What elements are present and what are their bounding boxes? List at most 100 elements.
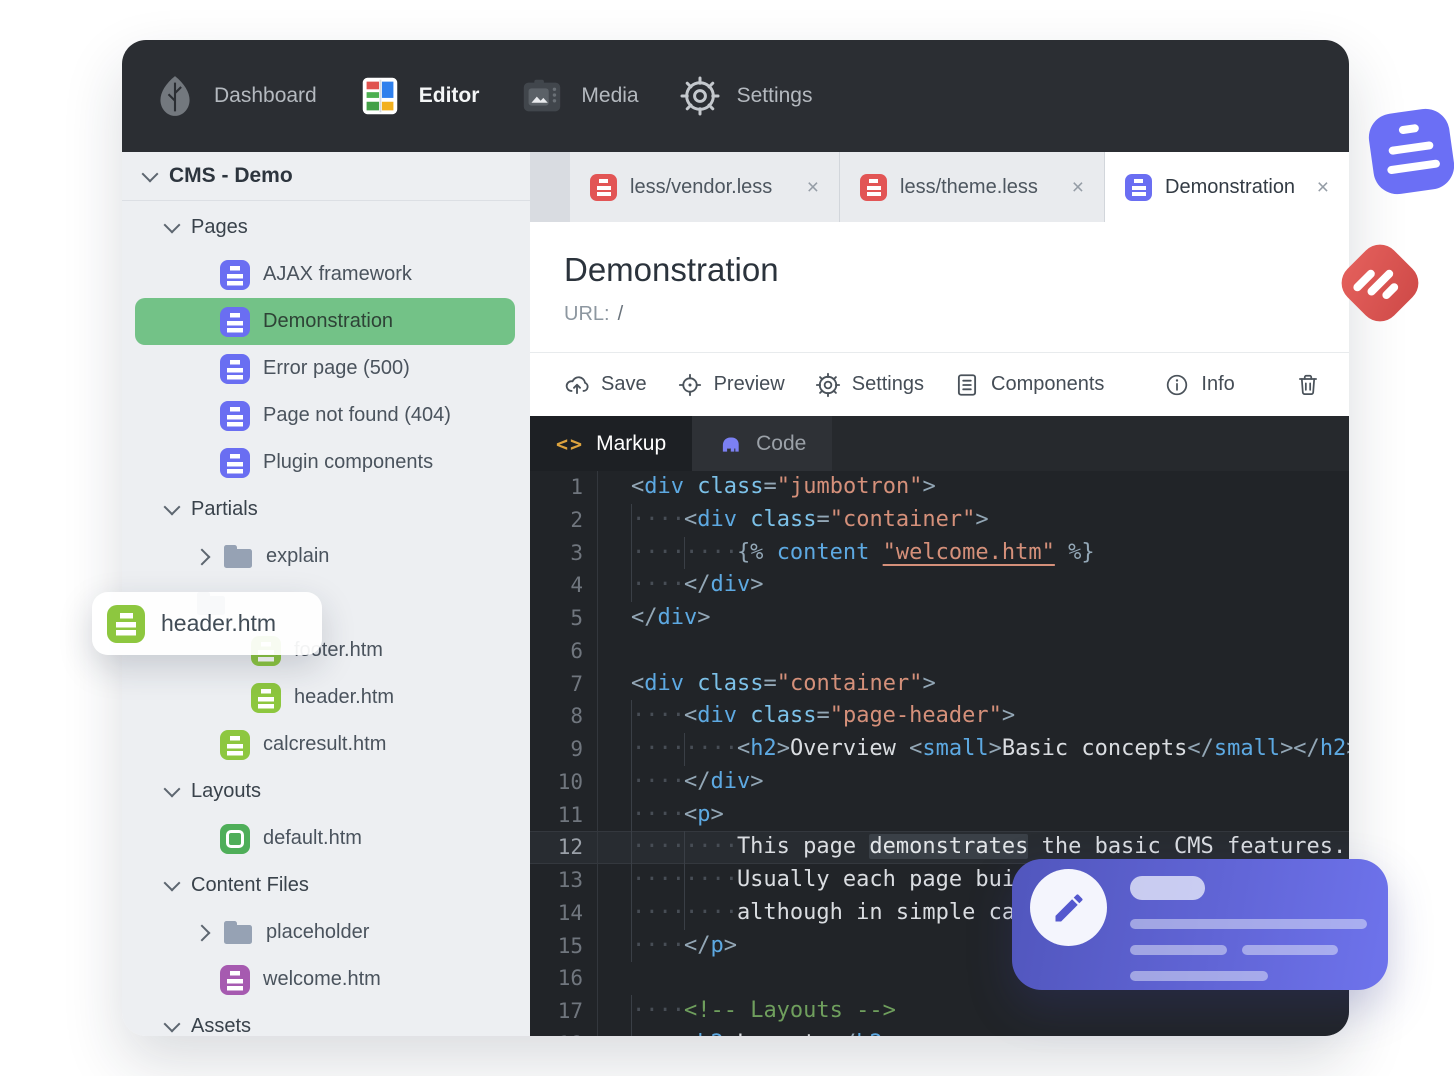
- sidebar-section-layouts[interactable]: Layouts: [122, 768, 530, 815]
- sidebar-root[interactable]: CMS - Demo: [122, 152, 530, 201]
- sidebar-section-partials[interactable]: Partials: [122, 486, 530, 533]
- sidebar-item-default-htm[interactable]: default.htm: [122, 815, 530, 862]
- code-line-8[interactable]: 8 ····<div class="page-header">: [530, 700, 1349, 733]
- code-line-2[interactable]: 2 ····<div class="container">: [530, 503, 1349, 537]
- settings-button[interactable]: Settings: [815, 372, 924, 398]
- tab-less-theme-less[interactable]: less/theme.less ×: [840, 152, 1105, 222]
- code-line-4[interactable]: 4 ····</div>: [530, 569, 1349, 602]
- code-line-11[interactable]: 11 ····<p>: [530, 798, 1349, 832]
- sidebar-item-error-page-500[interactable]: Error page (500): [122, 345, 530, 392]
- card-text-line: [1130, 971, 1268, 981]
- page-url: URL: /: [564, 303, 1349, 326]
- markup-brackets: <>: [556, 431, 585, 456]
- trash-icon: [1295, 372, 1321, 398]
- edicon-icon: [357, 73, 403, 119]
- code-line-18[interactable]: 18····<h2>Layouts</h2>: [530, 1027, 1349, 1036]
- line-number: 1: [530, 471, 598, 504]
- sidebar-item-label: Plugin components: [263, 451, 434, 473]
- line-number: 15: [530, 929, 598, 963]
- close-icon[interactable]: ×: [1317, 177, 1329, 198]
- target-icon: [677, 372, 703, 398]
- sidebar-item-label: default.htm: [263, 827, 362, 849]
- indent-guide: ····: [631, 896, 685, 930]
- folder-icon: [223, 543, 253, 570]
- sidebar-item-welcome-htm[interactable]: welcome.htm: [122, 956, 530, 1003]
- line-number: 5: [530, 602, 598, 635]
- sidebar-section-assets[interactable]: Assets: [122, 1003, 530, 1036]
- page-background: Dashboard Editor Media Settings CMS - Demo …: [0, 0, 1454, 1076]
- chevron-right-icon: [193, 548, 211, 565]
- pencil-icon: [1051, 890, 1087, 926]
- nav-item-dashboard[interactable]: Dashboard: [152, 73, 317, 119]
- partial-icon: [220, 729, 250, 760]
- nav-item-media[interactable]: Media: [519, 73, 639, 119]
- sidebar-item-calcresult-htm[interactable]: calcresult.htm: [122, 721, 530, 768]
- sidebar-item-label: placeholder: [266, 921, 370, 943]
- save-button[interactable]: Save: [564, 372, 647, 398]
- indent-guide: ····: [631, 569, 685, 602]
- editor-tab-markup[interactable]: <> Markup: [530, 416, 693, 471]
- code-line-7[interactable]: 7 <div class="container">: [530, 667, 1349, 701]
- sidebar-section-pages[interactable]: Pages: [122, 204, 530, 251]
- indent-guide: ····: [631, 1027, 685, 1036]
- code-line-1[interactable]: 1 <div class="jumbotron">: [530, 471, 1349, 504]
- notification-card: [1012, 859, 1388, 990]
- preview-button[interactable]: Preview: [677, 372, 785, 398]
- chevron-down-icon: [163, 1015, 181, 1033]
- toolbar: Save Preview Settings Components Info: [530, 352, 1349, 416]
- code-line-text: ····<div class="page-header">: [598, 700, 1349, 733]
- page-icon: [220, 306, 250, 337]
- code-line-9[interactable]: 9 ········<h2>Overview <small>Basic conce…: [530, 733, 1349, 766]
- document-header: Demonstration URL: /: [530, 222, 1349, 352]
- gear-icon: [679, 75, 721, 117]
- sidebar-item-demonstration[interactable]: Demonstration: [122, 298, 530, 345]
- sidebar-section-label: Layouts: [191, 780, 262, 802]
- nav-item-editor[interactable]: Editor: [357, 73, 479, 119]
- tab-demonstration[interactable]: Demonstration ×: [1105, 152, 1349, 222]
- code-line-17[interactable]: 17 ····<!-- Layouts -->: [530, 995, 1349, 1028]
- purple-page-icon: [1365, 105, 1454, 198]
- sidebar-item-label: AJAX framework: [263, 263, 412, 285]
- line-number: 4: [530, 569, 598, 602]
- code-line-10[interactable]: 10 ····</div>: [530, 765, 1349, 799]
- indent-guide: ····: [631, 765, 685, 799]
- line-number: 10: [530, 765, 598, 799]
- indent-guide: ····: [631, 503, 685, 537]
- sidebar-item-label: welcome.htm: [263, 968, 381, 990]
- close-icon[interactable]: ×: [1072, 177, 1084, 198]
- infoc-icon: [1164, 372, 1190, 398]
- page-file-icon: [1125, 173, 1152, 201]
- info-button[interactable]: Info: [1164, 372, 1235, 398]
- sidebar-folder-placeholder[interactable]: placeholder: [122, 909, 530, 956]
- sidebar-section-content-files[interactable]: Content Files: [122, 862, 530, 909]
- code-line-text: ····</div>: [598, 569, 1349, 602]
- sidebar-item-ajax-framework[interactable]: AJAX framework: [122, 251, 530, 298]
- line-number: 6: [530, 634, 598, 668]
- editor-tab-code[interactable]: Code: [692, 416, 833, 471]
- sidebar-root-label: CMS - Demo: [169, 164, 293, 187]
- sidebar-item-plugin-components[interactable]: Plugin components: [122, 439, 530, 486]
- content-icon: [220, 964, 250, 995]
- sidebar-item-label: Demonstration: [263, 310, 394, 332]
- partial-file-icon: [107, 604, 145, 643]
- chevron-down-icon: [141, 165, 159, 182]
- page-icon: [220, 400, 250, 431]
- nav-item-label: Media: [581, 84, 639, 107]
- code-line-text: ········{% content "welcome.htm" %}: [598, 536, 1349, 570]
- nav-item-settings[interactable]: Settings: [679, 75, 813, 117]
- sidebar-folder-explain[interactable]: explain: [122, 533, 530, 580]
- sidebar-item-header-htm[interactable]: header.htm: [122, 674, 530, 721]
- code-line-5[interactable]: 5 </div>: [530, 602, 1349, 635]
- drag-ghost[interactable]: header.htm: [92, 592, 322, 655]
- sidebar-item-page-not-found-404[interactable]: Page not found (404): [122, 392, 530, 439]
- code-line-3[interactable]: 3 ········{% content "welcome.htm" %}: [530, 536, 1349, 570]
- code-line-6[interactable]: 6: [530, 634, 1349, 668]
- toolbar-button-label: Save: [601, 373, 647, 395]
- toolbar-button-label: Settings: [851, 373, 924, 395]
- code-line-text: ········<h2>Overview <small>Basic concep…: [598, 733, 1349, 766]
- delete-button[interactable]: [1295, 372, 1321, 398]
- close-icon[interactable]: ×: [807, 177, 819, 198]
- components-button[interactable]: Components: [954, 372, 1104, 398]
- tab-less-vendor-less[interactable]: less/vendor.less ×: [570, 152, 840, 222]
